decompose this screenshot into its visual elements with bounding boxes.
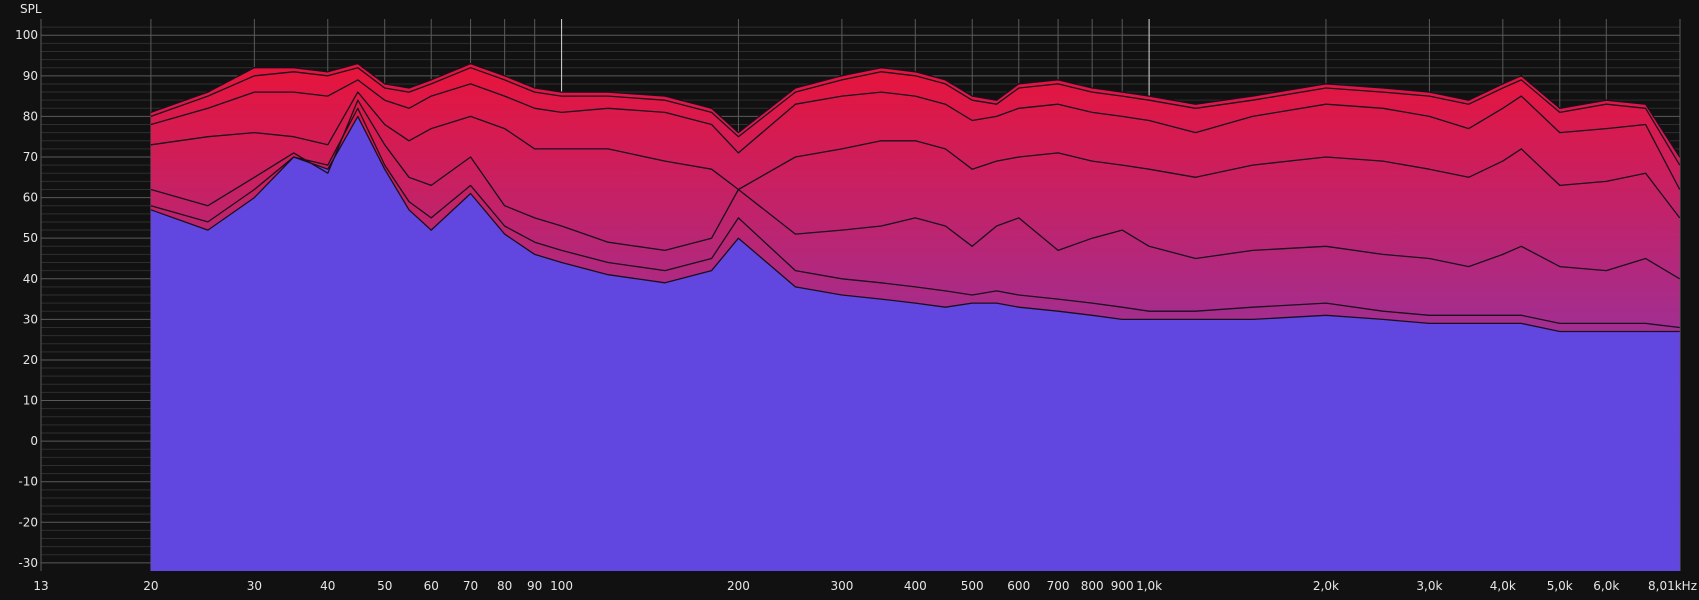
x-tick-label: 2,0k	[1313, 579, 1339, 593]
x-tick-label: 600	[1007, 579, 1030, 593]
x-tick-label: 40	[320, 579, 335, 593]
x-tick-label: 13	[33, 579, 48, 593]
x-tick-label: 300	[830, 579, 853, 593]
x-tick-label: 60	[424, 579, 439, 593]
x-tick-label: 50	[377, 579, 392, 593]
chart-svg: 1009080706050403020100-10-20-3013 20 30 40 5…	[15, 2, 1697, 593]
y-tick-label: 60	[23, 191, 38, 205]
y-tick-label: -20	[18, 515, 38, 529]
y-tick-label: 80	[23, 109, 38, 123]
x-tick-label: 8,01kHz	[1648, 579, 1697, 593]
x-tick-label: 500	[961, 579, 984, 593]
x-tick-label: 100	[550, 579, 573, 593]
x-tick-label: 3,0k	[1416, 579, 1442, 593]
y-tick-label: 0	[30, 434, 38, 448]
y-tick-label: 30	[23, 312, 38, 326]
y-tick-label: 100	[15, 28, 38, 42]
y-tick-label: 20	[23, 353, 38, 367]
x-tick-label: 30	[247, 579, 262, 593]
y-tick-label: 90	[23, 69, 38, 83]
x-tick-label: 900	[1111, 579, 1134, 593]
y-tick-label: 40	[23, 272, 38, 286]
y-axis-label: SPL	[20, 2, 42, 16]
x-tick-label: 1,0k	[1136, 579, 1162, 593]
x-tick-label: 20	[143, 579, 158, 593]
y-tick-label: -10	[18, 475, 38, 489]
x-tick-label: 4,0k	[1490, 579, 1516, 593]
x-tick-label: 6,0k	[1593, 579, 1619, 593]
x-tick-label: 200	[727, 579, 750, 593]
x-tick-label: 70	[463, 579, 478, 593]
x-tick-label: 80	[497, 579, 512, 593]
x-tick-label: 800	[1081, 579, 1104, 593]
x-tick-label: 400	[904, 579, 927, 593]
x-tick-label: 700	[1047, 579, 1070, 593]
y-tick-label: 10	[23, 394, 38, 408]
spl-chart: 100 90 80 70 60 50 40 30 20 10 0 -10 -20 -30 13 20 30 40 5…	[0, 0, 1699, 596]
y-tick-label: 50	[23, 231, 38, 245]
fill-layer	[150, 63, 1680, 572]
y-tick-label: -30	[18, 556, 38, 570]
y-tick-label: 70	[23, 150, 38, 164]
x-tick-label: 5,0k	[1547, 579, 1573, 593]
x-tick-label: 90	[527, 579, 542, 593]
